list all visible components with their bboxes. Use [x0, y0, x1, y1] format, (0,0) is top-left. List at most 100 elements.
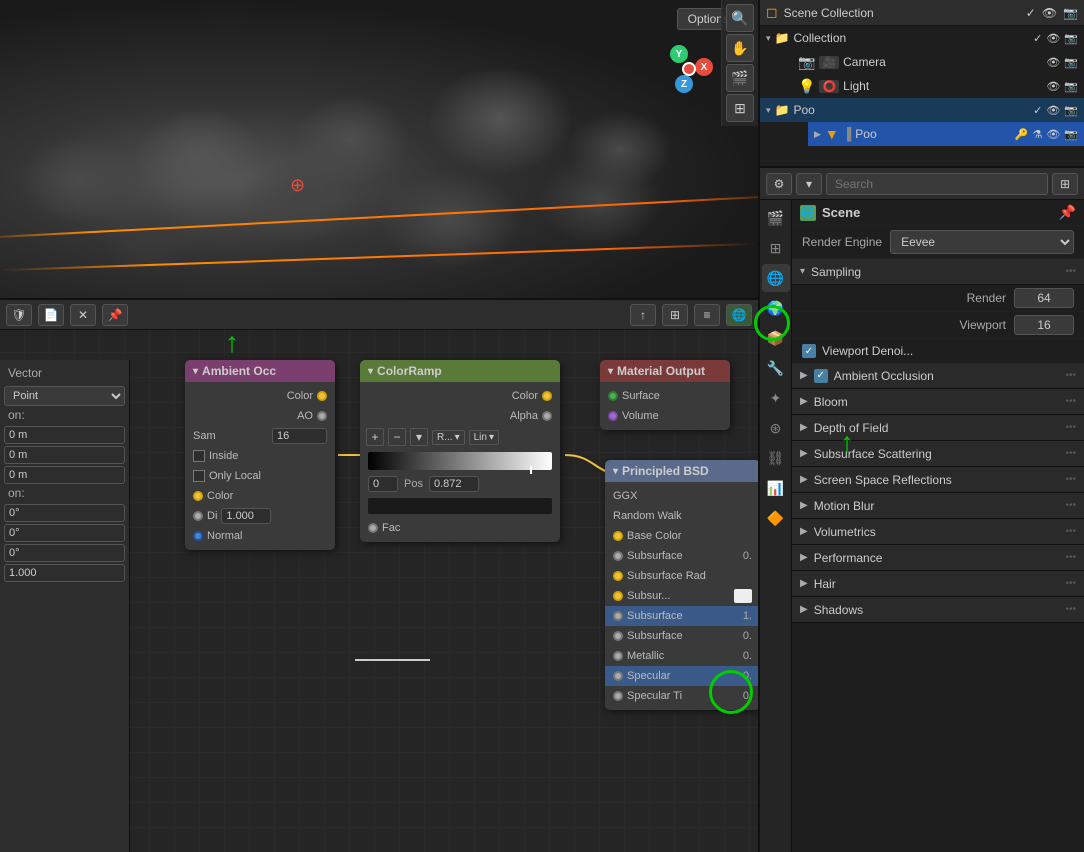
props-tool-expand[interactable]: ▾: [796, 173, 822, 195]
viewport[interactable]: Options ▾ Y X Z 🔍 ✋ 🎬 ⊞: [0, 0, 758, 300]
render-props-icon[interactable]: 🎬: [762, 204, 790, 232]
z-input[interactable]: [4, 466, 125, 484]
grab-tool[interactable]: ✋: [726, 34, 754, 62]
distance-input[interactable]: [221, 508, 271, 524]
physics-props-icon[interactable]: ⊛: [762, 414, 790, 442]
render-engine-select[interactable]: Eevee: [890, 230, 1074, 254]
p-specti-socket[interactable]: [613, 691, 623, 701]
cr-fac-in: Fac: [360, 518, 560, 538]
section-bloom[interactable]: ▶ Bloom •••: [792, 389, 1084, 415]
navigation-gizmo[interactable]: Y X Z: [648, 40, 718, 110]
inside-checkbox[interactable]: [193, 450, 205, 462]
section-motion_blur[interactable]: ▶ Motion Blur •••: [792, 493, 1084, 519]
cr-add-button[interactable]: +: [366, 428, 384, 446]
up-icon[interactable]: ↑: [630, 304, 656, 326]
outliner-collection[interactable]: ▾ 📁 Collection ✓ 👁 📷: [760, 26, 1084, 50]
inside-label: Inside: [209, 450, 327, 462]
props-search-input[interactable]: [826, 173, 1048, 195]
right-panel: ◻ Scene Collection ✓ 👁 📷 ▾ 📁 Collection …: [758, 0, 1084, 852]
section-screen_space_reflections[interactable]: ▶ Screen Space Reflections •••: [792, 467, 1084, 493]
cr-stop-index[interactable]: [368, 476, 398, 492]
modifier-props-icon[interactable]: 🔧: [762, 354, 790, 382]
cr-fac-socket[interactable]: [368, 523, 378, 533]
material-output-node[interactable]: ▾ Material Output Surface Volume: [600, 360, 730, 430]
p-spec-socket[interactable]: [613, 671, 623, 681]
ry-input[interactable]: [4, 524, 125, 542]
outliner-poo-object[interactable]: ▾ 📁 Poo ✓ 👁 📷: [760, 98, 1084, 122]
viewport-value[interactable]: 16: [1014, 315, 1074, 335]
outliner-poo-material[interactable]: ▶ ▼ ▐ Poo 🔑 ⚗ 👁 📷: [808, 122, 1084, 146]
x-input[interactable]: [4, 426, 125, 444]
data-props-icon[interactable]: 📊: [762, 474, 790, 502]
cr-color-socket[interactable]: [542, 391, 552, 401]
material-props-icon[interactable]: 🔶: [762, 504, 790, 532]
p-ssr-socket[interactable]: [613, 571, 623, 581]
zoom-tool[interactable]: 🔍: [726, 4, 754, 32]
section-ambient_occlusion[interactable]: ▶ ✓ Ambient Occlusion •••: [792, 363, 1084, 389]
cr-alpha-socket[interactable]: [542, 411, 552, 421]
node-editor-overlay[interactable]: ⊞: [662, 304, 688, 326]
point-select[interactable]: Point: [4, 386, 125, 406]
color-out-socket[interactable]: [317, 391, 327, 401]
cr-interp-dropdown[interactable]: R...▾: [432, 430, 465, 445]
rz-input[interactable]: [4, 544, 125, 562]
shield-icon[interactable]: 🛡: [6, 304, 32, 326]
p-ss-socket[interactable]: [613, 551, 623, 561]
mat-volume-socket[interactable]: [608, 411, 618, 421]
node-canvas[interactable]: ↓ Vector Point on: on:: [0, 330, 758, 852]
mat-surface-socket[interactable]: [608, 391, 618, 401]
gizmo-y-axis[interactable]: Y: [670, 45, 688, 63]
outliner-light[interactable]: 💡 ⭕ Light 👁 📷: [792, 74, 1084, 98]
p-met-socket[interactable]: [613, 651, 623, 661]
pin-icon[interactable]: 📌: [102, 304, 128, 326]
section-hair[interactable]: ▶ Hair •••: [792, 571, 1084, 597]
ao-out-socket[interactable]: [317, 411, 327, 421]
slot-icon[interactable]: ≡: [694, 304, 720, 326]
cr-arrow-button[interactable]: ▾: [410, 428, 428, 446]
world-props-icon[interactable]: 🌍: [762, 294, 790, 322]
ambient_occlusion-checkbox[interactable]: ✓: [814, 369, 828, 383]
cr-pos-input[interactable]: [429, 476, 479, 492]
p-ss3-socket[interactable]: [613, 631, 623, 641]
particles-props-icon[interactable]: ✦: [762, 384, 790, 412]
scene-props-icon[interactable]: 🌐: [762, 264, 790, 292]
object-props-icon[interactable]: 📦: [762, 324, 790, 352]
scale-input[interactable]: [4, 564, 125, 582]
grid-tool[interactable]: ⊞: [726, 94, 754, 122]
color-in-socket[interactable]: [193, 491, 203, 501]
p-ss2-socket[interactable]: [613, 611, 623, 621]
camera-fly-tool[interactable]: 🎬: [726, 64, 754, 92]
section-performance[interactable]: ▶ Performance •••: [792, 545, 1084, 571]
props-tool-sliders[interactable]: ⚙: [766, 173, 792, 195]
cr-remove-button[interactable]: −: [388, 428, 406, 446]
distance-socket[interactable]: [193, 511, 203, 521]
output-props-icon[interactable]: ⊞: [762, 234, 790, 262]
rx-input[interactable]: [4, 504, 125, 522]
constraints-props-icon[interactable]: ⛓: [762, 444, 790, 472]
world-icon[interactable]: 🌐: [726, 304, 752, 326]
section-volumetrics[interactable]: ▶ Volumetrics •••: [792, 519, 1084, 545]
ambient-occlusion-node[interactable]: ▾ Ambient Occ Color AO Sam: [185, 360, 335, 550]
outliner-camera[interactable]: 📷 🎥 Camera 👁 📷: [792, 50, 1084, 74]
section-depth_of_field[interactable]: ▶ Depth of Field •••: [792, 415, 1084, 441]
section-shadows[interactable]: ▶ Shadows •••: [792, 597, 1084, 623]
color-ramp-node[interactable]: ▾ ColorRamp Color Alpha + − ▾: [360, 360, 560, 542]
close-icon[interactable]: ✕: [70, 304, 96, 326]
viewport-denoise-checkbox[interactable]: ✓: [802, 344, 816, 358]
y-input[interactable]: [4, 446, 125, 464]
normal-socket[interactable]: [193, 531, 203, 541]
sampling-section-header[interactable]: ▾ Sampling •••: [792, 259, 1084, 285]
section-subsurface_scattering[interactable]: ▶ Subsurface Scattering •••: [792, 441, 1084, 467]
only-local-checkbox[interactable]: [193, 470, 205, 482]
render-value[interactable]: 64: [1014, 288, 1074, 308]
samples-input[interactable]: [272, 428, 327, 444]
cr-mode-dropdown[interactable]: Lin▾: [469, 430, 499, 445]
props-filter-icon[interactable]: ⊞: [1052, 173, 1078, 195]
gizmo-x-axis[interactable]: X: [695, 58, 713, 76]
cr-gradient[interactable]: [368, 452, 552, 470]
gizmo-z-axis[interactable]: Z: [675, 75, 693, 93]
pin-button[interactable]: 📌: [1059, 204, 1076, 221]
p-bc-socket[interactable]: [613, 531, 623, 541]
p-subsur-socket[interactable]: [613, 591, 623, 601]
document-icon[interactable]: 📄: [38, 304, 64, 326]
